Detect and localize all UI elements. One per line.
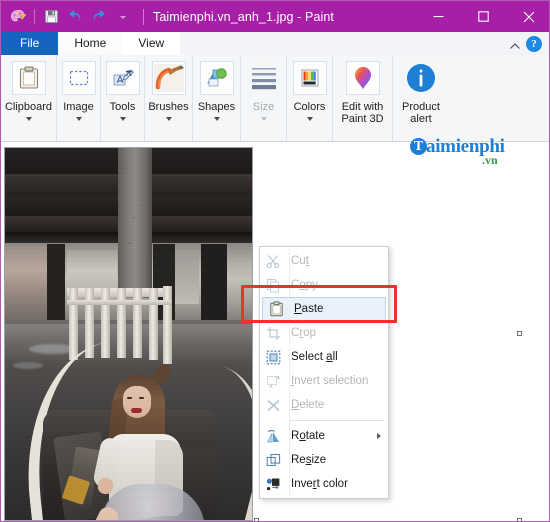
menu-label-crop: Crop bbox=[291, 327, 316, 339]
qat-separator bbox=[34, 9, 35, 24]
tab-view[interactable]: View bbox=[122, 32, 181, 55]
ribbon-label-brushes: Brushes bbox=[148, 101, 189, 113]
save-floppy-icon[interactable] bbox=[40, 6, 62, 28]
image-canvas[interactable] bbox=[4, 147, 253, 521]
ribbon-group-size: Size bbox=[241, 55, 287, 141]
window-title: Taimienphi.vn_anh_1.jpg - Paint bbox=[153, 9, 334, 24]
ribbon-tabs-right: ? bbox=[509, 32, 549, 55]
ribbon-label-tools: Tools bbox=[109, 101, 136, 113]
invert-color-icon bbox=[260, 472, 286, 496]
chevron-down-icon bbox=[260, 117, 267, 121]
menu-separator bbox=[290, 420, 384, 421]
menu-item-resize[interactable]: Resize bbox=[260, 448, 388, 472]
title-bar: Taimienphi.vn_anh_1.jpg - Paint bbox=[1, 1, 549, 32]
menu-label-rotate: Rotate bbox=[291, 430, 325, 442]
chevron-up-icon[interactable] bbox=[509, 38, 520, 49]
info-circle-icon[interactable] bbox=[404, 61, 438, 95]
crop-icon bbox=[260, 321, 286, 345]
ribbon-label-image: Image bbox=[63, 101, 94, 113]
menu-label-delete: Delete bbox=[291, 399, 325, 411]
tab-file[interactable]: File bbox=[1, 32, 59, 55]
menu-label-select-all: Select all bbox=[291, 351, 338, 363]
maximize-button[interactable] bbox=[461, 1, 506, 32]
ribbon-tabs: File Home View bbox=[1, 32, 549, 55]
menu-item-delete[interactable]: Delete bbox=[260, 393, 388, 417]
ribbon-label-product-alert: Product alert bbox=[402, 101, 440, 125]
invert-selection-icon bbox=[260, 369, 286, 393]
menu-item-select-all[interactable]: Select all bbox=[260, 345, 388, 369]
menu-item-cut[interactable]: Cut bbox=[260, 249, 388, 273]
rotate-icon bbox=[260, 424, 286, 448]
ribbon-group-paint3d[interactable]: Edit with Paint 3D bbox=[333, 55, 393, 141]
chevron-down-icon[interactable] bbox=[213, 117, 220, 121]
chevron-down-icon[interactable] bbox=[75, 117, 82, 121]
paint-palette-icon[interactable] bbox=[7, 6, 29, 28]
scissors-icon bbox=[260, 249, 286, 273]
ribbon-label-colors: Colors bbox=[293, 101, 326, 113]
chevron-down-icon[interactable] bbox=[25, 117, 32, 121]
chevron-down-icon[interactable] bbox=[165, 117, 172, 121]
paint3d-icon[interactable] bbox=[345, 61, 380, 95]
help-icon[interactable]: ? bbox=[526, 35, 542, 52]
paint-window: Taimienphi.vn_anh_1.jpg - Paint File Hom… bbox=[0, 0, 550, 522]
delete-x-icon bbox=[260, 393, 286, 417]
paintbrush-icon[interactable] bbox=[151, 61, 186, 95]
chevron-down-icon[interactable] bbox=[306, 117, 313, 121]
quick-access-toolbar bbox=[1, 6, 144, 28]
ribbon-group-product-alert[interactable]: Product alert bbox=[393, 55, 449, 141]
menu-label-invert-selection: Invert selection bbox=[291, 375, 369, 387]
ribbon-label-shapes: Shapes bbox=[197, 101, 236, 113]
selection-rectangle-icon[interactable] bbox=[61, 61, 96, 95]
line-thickness-icon bbox=[247, 61, 281, 95]
ribbon-group-image[interactable]: Image bbox=[57, 55, 101, 141]
menu-item-crop[interactable]: Crop bbox=[260, 321, 388, 345]
chevron-down-icon[interactable] bbox=[112, 6, 134, 28]
select-all-icon bbox=[260, 345, 286, 369]
canvas-resize-handle-corner[interactable] bbox=[517, 518, 522, 521]
chevron-down-icon[interactable] bbox=[119, 117, 126, 121]
ribbon-label-clipboard: Clipboard bbox=[4, 101, 53, 113]
undo-arrow-icon[interactable] bbox=[64, 6, 86, 28]
canvas-resize-handle-right[interactable] bbox=[517, 331, 522, 336]
submenu-arrow-icon bbox=[377, 433, 381, 439]
title-divider bbox=[143, 8, 144, 25]
canvas-resize-handle-bottom[interactable] bbox=[254, 518, 259, 521]
menu-label-cut: Cut bbox=[291, 255, 309, 267]
menu-item-rotate[interactable]: Rotate bbox=[260, 424, 388, 448]
watermark-logo: T bbox=[410, 138, 427, 155]
tab-home[interactable]: Home bbox=[58, 32, 123, 55]
canvas-photo bbox=[5, 148, 252, 520]
shapes-icon[interactable] bbox=[199, 61, 234, 95]
ribbon-group-brushes[interactable]: Brushes bbox=[145, 55, 193, 141]
menu-item-invert-color[interactable]: Invert color bbox=[260, 472, 388, 496]
ribbon-label-size: Size bbox=[252, 101, 275, 113]
ribbon-label-paint3d: Edit with Paint 3D bbox=[341, 101, 384, 125]
resize-icon bbox=[260, 448, 286, 472]
watermark: T aimienphi .vn bbox=[410, 137, 505, 167]
ribbon-group-shapes[interactable]: Shapes bbox=[193, 55, 241, 141]
ribbon-group-colors[interactable]: Colors bbox=[287, 55, 333, 141]
svg-text:A: A bbox=[126, 69, 132, 78]
color-palette-icon[interactable] bbox=[292, 61, 327, 95]
context-menu: Cut Copy Paste Crop Select all Invert se… bbox=[259, 246, 389, 499]
highlight-annotation-box bbox=[241, 285, 397, 323]
watermark-suffix: .vn bbox=[482, 153, 498, 167]
pencil-text-tools-icon[interactable]: A bbox=[105, 61, 140, 95]
minimize-button[interactable] bbox=[416, 1, 461, 32]
ribbon-group-tools[interactable]: A Tools bbox=[101, 55, 145, 141]
ribbon: Clipboard Image A Tools Brushes Shapes S… bbox=[1, 55, 549, 142]
close-button[interactable] bbox=[506, 1, 549, 32]
menu-label-invert-color: Invert color bbox=[291, 478, 348, 490]
ribbon-group-clipboard[interactable]: Clipboard bbox=[1, 55, 57, 141]
redo-arrow-icon[interactable] bbox=[88, 6, 110, 28]
menu-label-resize: Resize bbox=[291, 454, 327, 466]
menu-item-invert-selection[interactable]: Invert selection bbox=[260, 369, 388, 393]
window-controls bbox=[416, 1, 549, 32]
clipboard-icon[interactable] bbox=[11, 61, 46, 95]
